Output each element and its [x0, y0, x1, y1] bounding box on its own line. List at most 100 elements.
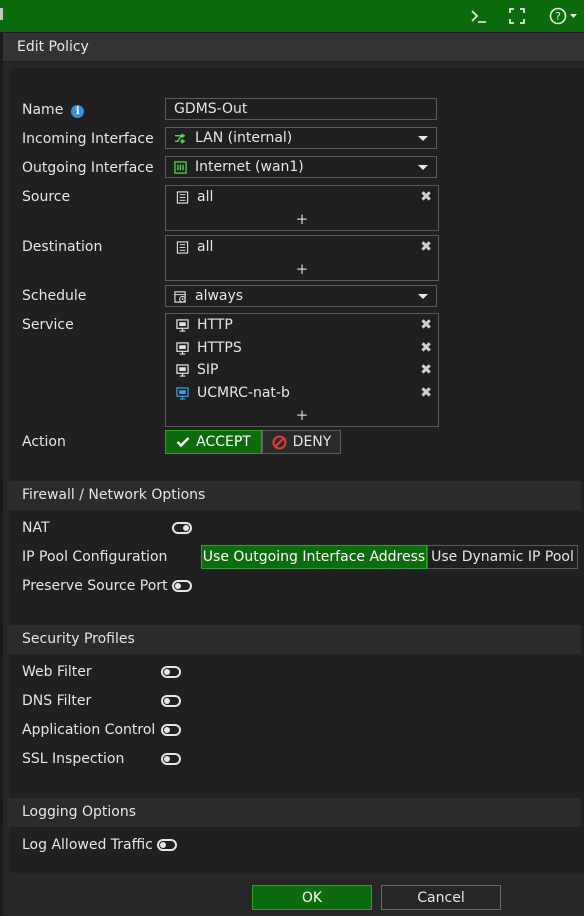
dns-filter-toggle[interactable]	[161, 695, 181, 707]
service-item-label: HTTP	[197, 317, 233, 333]
service-icon	[176, 386, 189, 400]
ssl-inspection-toggle[interactable]	[161, 753, 181, 765]
application-control-label: Application Control	[22, 722, 156, 738]
toggle-knob	[160, 842, 166, 848]
remove-icon[interactable]: ✖	[420, 362, 432, 378]
web-filter-label: Web Filter	[22, 664, 92, 680]
deny-icon	[272, 435, 287, 449]
source-box[interactable]: all ✖ +	[165, 185, 439, 231]
list-item: HTTPS	[176, 340, 242, 356]
application-control-toggle[interactable]	[161, 724, 181, 736]
action-label: Action	[22, 434, 66, 450]
incoming-interface-select[interactable]: LAN (internal)	[165, 127, 437, 149]
outgoing-interface-label: Outgoing Interface	[22, 160, 154, 176]
toggle-knob	[164, 698, 170, 704]
use-dynamic-ip-pool-button[interactable]: Use Dynamic IP Pool	[427, 545, 578, 569]
calendar-clock-icon	[174, 290, 186, 303]
web-filter-toggle[interactable]	[161, 666, 181, 678]
checkmark-icon	[176, 437, 190, 448]
toggle-knob	[164, 727, 170, 733]
preserve-source-port-toggle[interactable]	[172, 580, 192, 592]
dns-filter-label: DNS Filter	[22, 693, 92, 709]
panel-edge	[0, 8, 3, 20]
svg-text:?: ?	[555, 10, 561, 23]
log-allowed-traffic-label: Log Allowed Traffic	[22, 837, 153, 853]
preserve-source-port-label: Preserve Source Port	[22, 578, 168, 594]
service-icon	[176, 363, 189, 377]
port-icon	[174, 160, 187, 174]
outgoing-interface-value: Internet (wan1)	[195, 159, 304, 175]
destination-label: Destination	[22, 239, 103, 255]
deny-label: DENY	[292, 434, 332, 450]
cancel-label: Cancel	[417, 889, 465, 906]
list-item: HTTP	[176, 317, 233, 333]
destination-box[interactable]: all ✖ +	[165, 235, 439, 281]
accept-button[interactable]: ACCEPT	[165, 430, 262, 454]
top-bar: ?	[0, 0, 584, 32]
logging-section-header: Logging Options	[7, 798, 581, 827]
chevron-down-icon	[418, 165, 428, 170]
toggle-knob	[175, 583, 181, 589]
service-box[interactable]: HTTP ✖ HTTPS ✖ SIP ✖ UCMRC-nat-b ✖ +	[165, 313, 439, 427]
address-icon	[176, 240, 189, 254]
accept-label: ACCEPT	[196, 434, 251, 450]
ok-label: OK	[301, 889, 323, 906]
service-icon	[176, 318, 189, 332]
service-item-label: SIP	[197, 362, 219, 378]
terminal-icon[interactable]	[470, 5, 488, 27]
help-icon[interactable]: ?	[549, 5, 579, 27]
name-label: Name	[22, 102, 64, 118]
info-icon[interactable]: i	[71, 105, 85, 118]
log-allowed-traffic-toggle[interactable]	[157, 839, 177, 851]
list-item: all	[176, 239, 213, 255]
ok-button[interactable]: OK	[252, 885, 372, 910]
security-section-header: Security Profiles	[7, 625, 581, 654]
incoming-interface-label: Incoming Interface	[22, 131, 154, 147]
schedule-value: always	[195, 288, 244, 304]
add-source-button[interactable]: +	[166, 210, 438, 228]
toggle-knob	[183, 525, 189, 531]
add-destination-button[interactable]: +	[166, 260, 438, 278]
incoming-interface-value: LAN (internal)	[195, 130, 293, 146]
name-value: GDMS-Out	[174, 101, 248, 117]
schedule-select[interactable]: always	[165, 285, 437, 307]
list-item: all	[176, 189, 213, 205]
outgoing-interface-select[interactable]: Internet (wan1)	[165, 156, 437, 178]
remove-icon[interactable]: ✖	[420, 317, 432, 333]
name-input[interactable]: GDMS-Out	[165, 98, 437, 120]
ssl-inspection-label: SSL Inspection	[22, 751, 125, 767]
toggle-knob	[164, 756, 170, 762]
list-item: UCMRC-nat-b	[176, 385, 290, 401]
remove-icon[interactable]: ✖	[420, 239, 432, 255]
name-label-row: Name i	[22, 102, 85, 118]
nat-toggle[interactable]	[172, 522, 192, 534]
service-item-label: HTTPS	[197, 340, 242, 356]
ip-pool-option-label: Use Dynamic IP Pool	[431, 549, 574, 565]
chevron-down-icon	[418, 136, 428, 141]
remove-icon[interactable]: ✖	[420, 340, 432, 356]
cancel-button[interactable]: Cancel	[381, 885, 501, 910]
add-service-button[interactable]: +	[166, 406, 438, 424]
ip-pool-option-label: Use Outgoing Interface Address	[202, 549, 426, 565]
toggle-knob	[164, 669, 170, 675]
dialog-title: Edit Policy	[3, 33, 584, 62]
fullscreen-icon[interactable]	[509, 5, 525, 27]
deny-button[interactable]: DENY	[262, 430, 341, 454]
service-icon	[176, 341, 189, 355]
nat-label: NAT	[22, 520, 50, 536]
address-icon	[176, 190, 189, 204]
remove-icon[interactable]: ✖	[420, 189, 432, 205]
switch-icon	[174, 132, 186, 144]
schedule-label: Schedule	[22, 288, 87, 304]
remove-icon[interactable]: ✖	[420, 385, 432, 401]
list-item: SIP	[176, 362, 218, 378]
chevron-down-icon	[418, 294, 428, 299]
firewall-section-header: Firewall / Network Options	[7, 481, 581, 510]
use-outgoing-interface-address-button[interactable]: Use Outgoing Interface Address	[201, 545, 427, 569]
destination-item-label: all	[197, 239, 214, 255]
ip-pool-label: IP Pool Configuration	[22, 549, 168, 565]
source-item-label: all	[197, 189, 214, 205]
service-label: Service	[22, 317, 74, 333]
source-label: Source	[22, 189, 71, 205]
service-item-label: UCMRC-nat-b	[197, 385, 290, 401]
